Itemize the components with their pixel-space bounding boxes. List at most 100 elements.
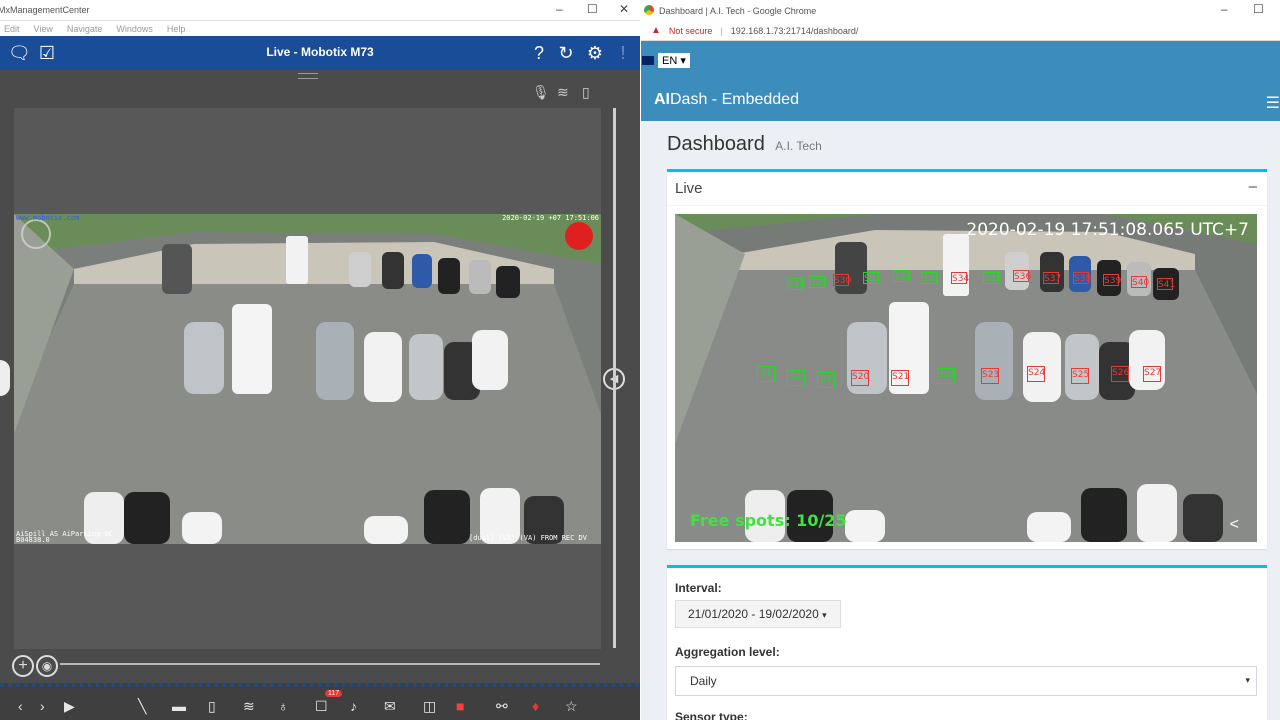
menu-edit[interactable]: Edit — [4, 24, 20, 34]
camera-feed-left[interactable]: www.mobotix.com 2020-02-19 +07 17:51:06 … — [14, 214, 601, 544]
drag-handle[interactable] — [298, 73, 318, 79]
live-panel-header: Live – — [667, 172, 1267, 206]
parking-spot-s21: S21 — [891, 370, 909, 386]
prev-icon[interactable]: ‹ — [18, 698, 23, 714]
add-icon[interactable]: + — [12, 655, 34, 677]
menu-windows[interactable]: Windows — [116, 24, 153, 34]
sensor-type-label: Sensor type: — [675, 710, 748, 720]
filter-panel: Interval: 21/01/2020 - 19/02/2020 ▾ Aggr… — [667, 565, 1267, 720]
refresh-icon[interactable]: ↻ — [555, 42, 577, 64]
language-bar: EN ▾ — [641, 41, 1280, 81]
parking-spot-s37: S37 — [1043, 272, 1062, 284]
chrome-minimize-icon[interactable]: – — [1221, 2, 1228, 16]
chevron-down-icon: ▾ — [1245, 675, 1250, 685]
live-panel: Live – S1 S2 S3 S20 S21 S22 S23 S24 S25 … — [667, 169, 1267, 549]
parking-spot-s28: S28 — [787, 278, 806, 290]
link-icon[interactable]: ⚯ — [496, 698, 508, 715]
page-header: Dashboard A.I. Tech — [667, 133, 822, 156]
mx-management-window: MxManagementCenter – ☐ ✕ Edit View Navig… — [0, 0, 640, 720]
cam-overlay-bottom-right: [dual] (VA) (VA) FROM REC DV — [468, 534, 587, 542]
menu-navigate[interactable]: Navigate — [67, 24, 103, 34]
parking-scene-left — [14, 214, 601, 544]
player-icon[interactable]: ▶ — [64, 698, 75, 715]
record-icon[interactable]: ■ — [456, 698, 464, 714]
close-icon[interactable]: ✕ — [619, 2, 629, 16]
pin-icon[interactable]: ! — [612, 42, 634, 64]
page-title: Dashboard — [667, 133, 765, 155]
camera-feed-right: S1 S2 S3 S20 S21 S22 S23 S24 S25 S26 S27 S28 S29 S30 S… — [675, 214, 1257, 542]
next-icon[interactable]: › — [40, 698, 45, 714]
app-brand[interactable]: AIDash - Embedded — [654, 91, 799, 109]
mail-icon[interactable]: ✉ — [384, 698, 396, 715]
star-icon[interactable]: ☆ — [565, 698, 578, 715]
location-icon[interactable]: ◉ — [36, 655, 58, 677]
parking-spot-s38: S38 — [1073, 272, 1092, 284]
interval-picker[interactable]: 21/01/2020 - 19/02/2020 ▾ — [675, 600, 841, 628]
alarm-icon[interactable]: ♦ — [532, 698, 539, 714]
left-toolstrip: 🎙 ≋ ▯ — [0, 70, 640, 108]
gear-icon[interactable]: ⚙ — [584, 42, 606, 64]
help-icon[interactable]: ? — [528, 42, 550, 64]
brand-bold: AI — [654, 91, 670, 108]
bell-icon[interactable]: ♪ — [350, 698, 357, 714]
interval-value: 21/01/2020 - 19/02/2020 — [688, 607, 819, 621]
chevron-down-icon: ▾ — [822, 610, 827, 620]
chrome-titlebar: Dashboard | A.I. Tech - Google Chrome – … — [641, 0, 1280, 21]
left-bottom-toolbar: ‹ › ▶ ╲ ▬ ▯ ≋ ♁ ☐ 117 ♪ ✉ ◫ ■ ⚯ ♦ ☆ — [0, 683, 640, 720]
parking-spot-s40: S40 — [1131, 276, 1150, 288]
parking-spot-s39: S39 — [1103, 274, 1122, 286]
door-open-icon[interactable]: ▯ — [208, 698, 216, 715]
free-spots-counter: Free spots: 10/25 — [690, 511, 847, 530]
camera-timestamp: 2020-02-19 17:51:08.065 UTC+7 — [966, 220, 1249, 240]
parking-spot-s2: S2 — [787, 370, 805, 386]
camera-icon[interactable]: ◫ — [423, 698, 436, 715]
parking-spot-s33: S33 — [921, 272, 940, 284]
uk-flag-icon — [642, 56, 654, 65]
url-text[interactable]: 192.168.1.73:21714/dashboard/ — [731, 26, 859, 36]
divider: | — [720, 25, 723, 36]
barrier-icon[interactable]: ▬ — [172, 698, 186, 714]
chrome-logo-icon — [644, 5, 654, 15]
parking-spot-s3: S3 — [817, 372, 835, 388]
aggregation-select[interactable]: Daily ▾ — [675, 666, 1257, 696]
horizontal-scrollbar[interactable] — [60, 663, 600, 665]
collapse-button[interactable]: – — [1249, 178, 1257, 195]
menu-view[interactable]: View — [34, 24, 53, 34]
camera-nav-back[interactable]: < — [1230, 516, 1239, 534]
minimize-icon[interactable]: – — [556, 2, 563, 16]
door-icon[interactable]: ▯ — [582, 84, 590, 101]
chrome-maximize-icon[interactable]: ☐ — [1253, 2, 1264, 16]
menu-icon[interactable]: ☰ — [1266, 93, 1280, 113]
chrome-window: Dashboard | A.I. Tech - Google Chrome – … — [641, 0, 1280, 720]
brand-bar: AIDash - Embedded ☰ — [641, 81, 1280, 121]
language-select[interactable]: EN ▾ — [658, 53, 690, 68]
parking-spot-s35: S35 — [983, 272, 1002, 284]
parking-spot-s32: S32 — [893, 270, 912, 282]
parking-spot-s25: S25 — [1071, 368, 1089, 384]
page-subtitle: A.I. Tech — [775, 139, 822, 153]
wipe-icon[interactable]: ≋ — [243, 698, 255, 715]
cam-overlay-timestamp: 2020-02-19 +07 17:51:06 — [502, 214, 599, 222]
light-icon[interactable]: ♁ — [278, 698, 289, 714]
edit-icon[interactable]: ╲ — [138, 698, 146, 715]
parking-spot-s30: S30 — [833, 274, 852, 286]
vertical-scrollbar[interactable] — [613, 108, 616, 648]
left-side-tab[interactable] — [0, 360, 10, 396]
not-secure-label: Not secure — [668, 25, 713, 36]
warning-icon: ▲ — [651, 25, 661, 36]
address-bar[interactable]: ▲ Not secure | 192.168.1.73:21714/dashbo… — [641, 21, 1280, 41]
live-panel-title: Live — [675, 180, 703, 197]
parking-spot-s1: S1 — [757, 366, 775, 382]
events-icon[interactable]: ☐ — [315, 698, 328, 715]
interval-label: Interval: — [675, 581, 722, 595]
cam-overlay-bottom-left-2: B04838.0 — [16, 536, 50, 544]
left-header: 🗨 ☑ Live - Mobotix M73 ? ↻ ⚙ ! — [0, 36, 640, 70]
parking-spot-s22: S22 — [937, 368, 955, 384]
parking-spot-s24: S24 — [1027, 366, 1045, 382]
maximize-icon[interactable]: ☐ — [587, 2, 598, 16]
speaker-icon[interactable]: ≋ — [557, 84, 569, 101]
parking-spot-s29: S29 — [809, 276, 828, 288]
parking-spot-s23: S23 — [981, 368, 999, 384]
microphone-icon[interactable]: 🎙 — [532, 84, 550, 101]
menu-help[interactable]: Help — [167, 24, 186, 34]
